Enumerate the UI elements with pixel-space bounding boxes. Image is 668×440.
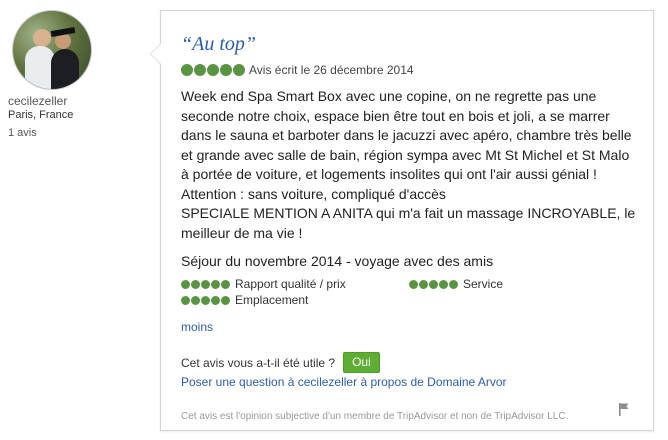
avatar[interactable] (12, 10, 92, 90)
flag-icon[interactable] (619, 403, 629, 416)
helpful-yes-button[interactable]: Oui (343, 352, 380, 373)
rating-location: Emplacement (181, 293, 409, 307)
rating-bubble-icon (419, 279, 428, 289)
review-date: Avis écrit le 26 décembre 2014 (249, 63, 414, 77)
review-title[interactable]: “Au top” (181, 33, 636, 56)
rating-bubbles (409, 279, 458, 289)
rating-service: Service (409, 277, 629, 291)
review-count: 1 avis (8, 127, 37, 139)
ask-question-link[interactable]: Poser une question à cecilezeller à prop… (181, 375, 636, 389)
rating-bubble-icon (221, 279, 230, 289)
rating-bubble-icon (233, 64, 245, 76)
rating-bubbles (181, 295, 230, 305)
rating-bubble-icon (211, 279, 220, 289)
helpful-question: Cet avis vous a-t-il été utile ? (181, 355, 336, 370)
rating-bubble-icon (439, 279, 448, 289)
disclaimer: Cet avis est l'opinion subjective d'un m… (181, 411, 569, 422)
reviewer-username[interactable]: cecilezeller (8, 94, 118, 108)
overall-rating (181, 64, 245, 76)
rating-bubble-icon (220, 64, 232, 76)
rating-bubble-icon (181, 64, 193, 76)
review-body: Week end Spa Smart Box avec une copine, … (181, 88, 636, 241)
stay-info: Séjour du novembre 2014 - voyage avec de… (181, 253, 494, 269)
rating-value: Rapport qualité / prix (181, 277, 409, 291)
review-meta: Avis écrit le 26 décembre 2014 (181, 63, 636, 77)
rating-bubble-icon (221, 295, 230, 305)
reviewer-profile: cecilezeller Paris, France 1 avis (8, 10, 118, 139)
rating-bubble-icon (181, 295, 190, 305)
rating-bubbles (181, 279, 230, 289)
reviewer-location: Paris, France (8, 109, 74, 121)
rating-label: Service (463, 277, 504, 291)
rating-bubble-icon (201, 279, 210, 289)
rating-bubble-icon (191, 279, 200, 289)
rating-bubble-icon (211, 295, 220, 305)
rating-label: Rapport qualité / prix (235, 277, 346, 291)
helpful-row: Cet avis vous a-t-il été utile ? Oui (181, 352, 636, 373)
rating-bubble-icon (449, 279, 458, 289)
less-link[interactable]: moins (181, 320, 636, 334)
rating-bubble-icon (207, 64, 219, 76)
rating-label: Emplacement (235, 293, 309, 307)
rating-bubble-icon (181, 279, 190, 289)
rating-bubble-icon (429, 279, 438, 289)
rating-bubble-icon (409, 279, 418, 289)
review-card: “Au top” Avis écrit le 26 décembre 2014 … (150, 10, 654, 431)
rating-bubble-icon (194, 64, 206, 76)
sub-ratings: Rapport qualité / prix Service Emplaceme… (181, 277, 636, 307)
rating-bubble-icon (201, 295, 210, 305)
rating-bubble-icon (191, 295, 200, 305)
